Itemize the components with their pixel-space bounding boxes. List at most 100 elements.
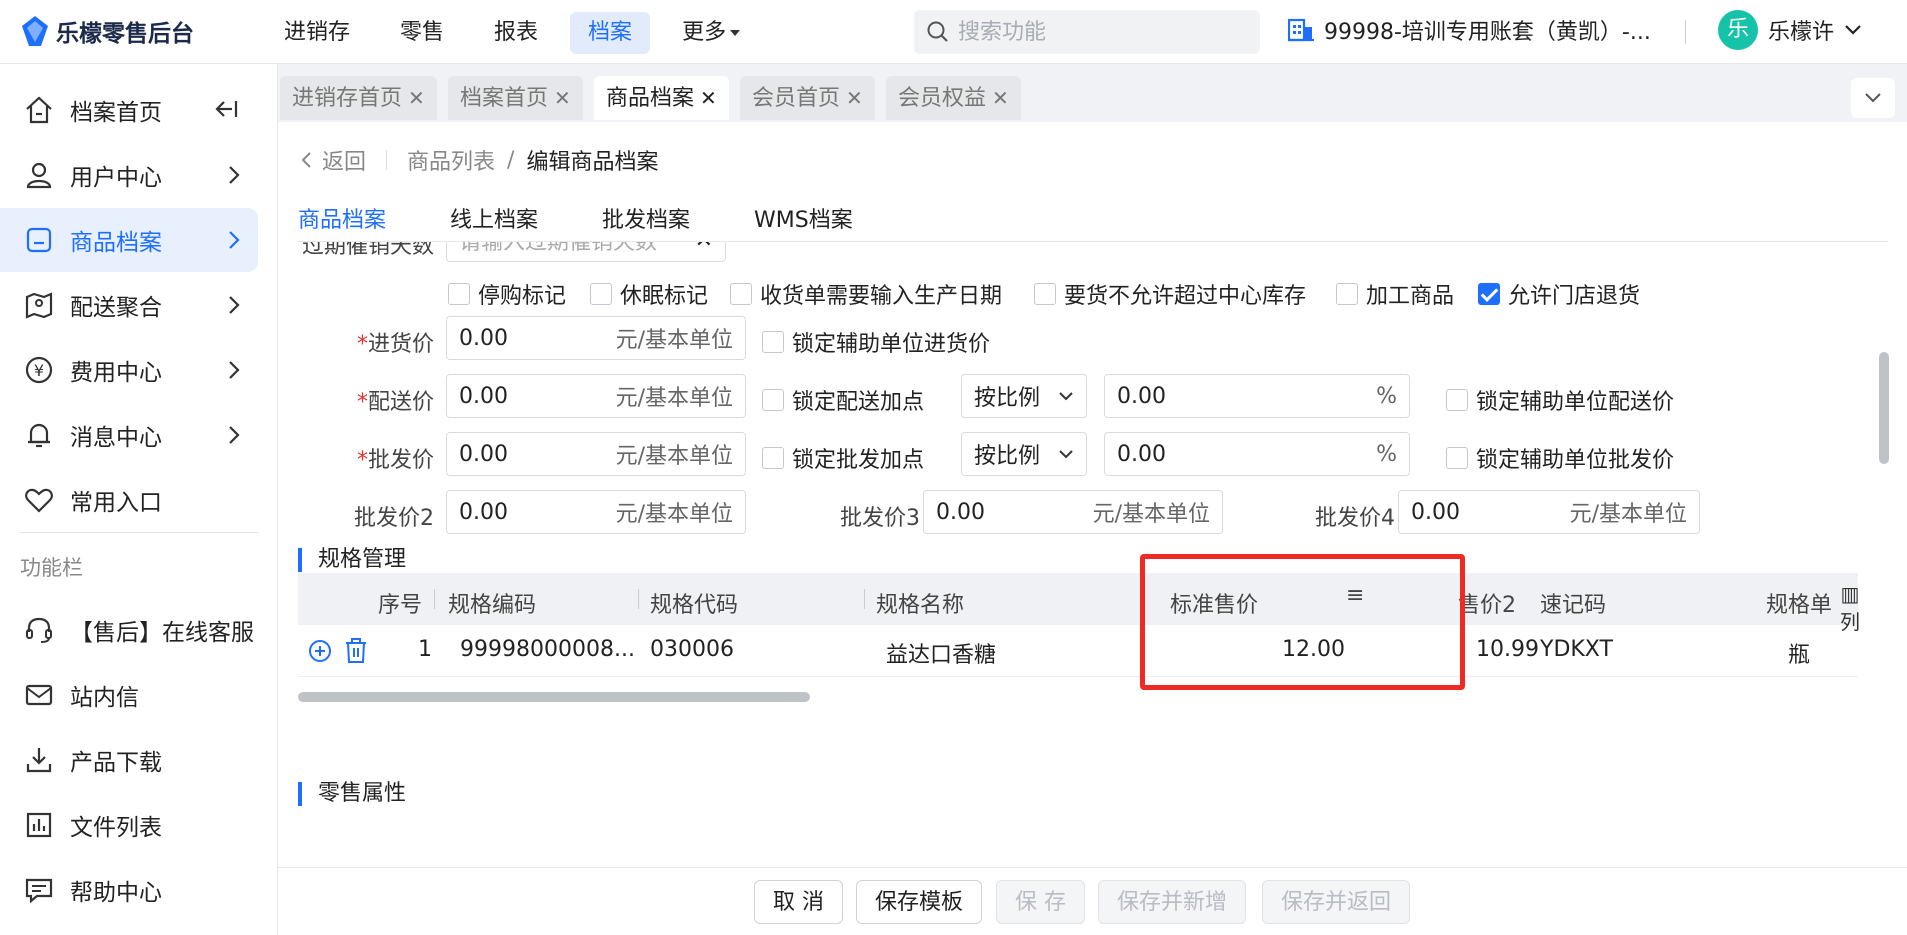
tab-member-home[interactable]: 会员首页 ✕	[740, 76, 875, 120]
required-mark: *	[356, 390, 368, 415]
unit-label: 元/基本单位	[615, 444, 733, 469]
subtab-product-archive[interactable]: 商品档案	[298, 202, 386, 242]
close-icon[interactable]: ✕	[554, 86, 571, 110]
close-icon[interactable]: ✕	[846, 86, 863, 110]
top-nav-reports[interactable]: 报表	[476, 12, 556, 54]
sidebar-item-product-archive[interactable]: 商品档案	[0, 208, 258, 272]
flag-receipt-date[interactable]: 收货单需要输入生产日期	[730, 278, 1002, 310]
tab-member-benefits[interactable]: 会员权益 ✕	[886, 76, 1021, 120]
clear-icon[interactable]: ✕	[695, 242, 713, 253]
save-template-button[interactable]: 保存模板	[856, 880, 983, 924]
sidebar-item-help[interactable]: 帮助中心	[0, 858, 258, 922]
form-scroll-area[interactable]: 过期催销天数 请输入过期催销天数 ✕ 停购标记 休眠标记 收货单需要输入生产日期…	[278, 242, 1878, 867]
collapse-sidebar-icon[interactable]	[214, 98, 240, 120]
sidebar-item-label: 配送聚合	[70, 295, 162, 321]
subtab-online-archive[interactable]: 线上档案	[450, 202, 538, 242]
checkbox-checked[interactable]	[1478, 283, 1500, 305]
sidebar-item-delivery[interactable]: 配送聚合	[0, 273, 258, 337]
checkbox[interactable]	[762, 331, 784, 353]
lock-aux-delivery[interactable]: 锁定辅助单位配送价	[1446, 384, 1674, 416]
account-selector[interactable]: 99998-培训专用账套（黄凯）-...	[1288, 14, 1651, 46]
checkbox[interactable]	[590, 283, 612, 305]
search-input[interactable]	[958, 19, 1238, 45]
tabs-more-button[interactable]	[1851, 78, 1895, 118]
lock-aux-purchase[interactable]: 锁定辅助单位进货价	[762, 326, 990, 358]
close-icon[interactable]: ✕	[408, 86, 425, 110]
column-header-spec-short-code: 规格代码	[650, 593, 739, 618]
trash-icon[interactable]	[344, 638, 368, 664]
close-icon[interactable]: ✕	[992, 86, 1009, 110]
sidebar-item-expense[interactable]: ¥ 费用中心	[0, 338, 258, 402]
checkbox[interactable]	[448, 283, 470, 305]
flag-dormant[interactable]: 休眠标记	[590, 278, 708, 310]
spec-section-title: 规格管理	[298, 548, 406, 572]
tab-product-archive[interactable]: 商品档案 ✕	[594, 76, 729, 120]
column-separator	[864, 589, 865, 609]
spec-table-header: 序号 规格编码 规格代码 规格名称 标准售价 ≡ 售价2 速记码 规格单	[298, 573, 1858, 625]
table-horizontal-scrollbar[interactable]	[298, 692, 810, 702]
wholesale-mode-select[interactable]: 按比例	[961, 432, 1087, 476]
delivery-percent-input[interactable]: 0.00%	[1104, 374, 1410, 418]
tab-inventory-home[interactable]: 进销存首页 ✕	[280, 76, 437, 120]
table-row[interactable]: 1 99998000008... 030006 益达口香糖 12.00 10.9…	[298, 625, 1858, 677]
checkbox[interactable]	[1336, 283, 1358, 305]
top-nav-label: 报表	[494, 20, 539, 45]
checkbox[interactable]	[762, 389, 784, 411]
sidebar-item-messages[interactable]: 消息中心	[0, 403, 258, 467]
cancel-button[interactable]: 取 消	[754, 880, 843, 924]
sidebar-item-user-center[interactable]: 用户中心	[0, 143, 258, 207]
expiry-days-input[interactable]: 请输入过期催销天数 ✕	[446, 242, 726, 262]
flag-stop-purchase[interactable]: 停购标记	[448, 278, 566, 310]
wholesale4-input[interactable]: 0.00 元/基本单位	[1398, 490, 1700, 534]
sidebar-item-favorites[interactable]: 常用入口	[0, 468, 258, 532]
sidebar-item-archive-home[interactable]: 档案首页	[0, 78, 258, 142]
subtab-wholesale-archive[interactable]: 批发档案	[602, 202, 690, 242]
caret-down-icon	[730, 30, 741, 36]
user-menu[interactable]: 乐 乐檬许	[1718, 10, 1862, 50]
delivery-price-input[interactable]: 0.00 元/基本单位	[446, 374, 746, 418]
lock-delivery-markup[interactable]: 锁定配送加点	[762, 384, 924, 416]
wholesale-price-input[interactable]: 0.00 元/基本单位	[446, 432, 746, 476]
delivery-mode-select[interactable]: 按比例	[961, 374, 1087, 418]
save-and-return-button[interactable]: 保存并返回	[1262, 880, 1411, 924]
tab-archive-home[interactable]: 档案首页 ✕	[448, 76, 583, 120]
app-logo[interactable]: 乐檬零售后台	[22, 14, 194, 48]
close-icon[interactable]: ✕	[700, 86, 717, 110]
top-nav-more[interactable]: 更多	[664, 12, 758, 54]
checkbox[interactable]	[1034, 283, 1056, 305]
tab-label: 进销存首页	[292, 86, 403, 111]
top-nav-inventory[interactable]: 进销存	[266, 12, 368, 54]
search-box[interactable]	[914, 10, 1260, 54]
sidebar-item-online-service[interactable]: 【售后】在线客服	[0, 598, 258, 662]
checkbox[interactable]	[762, 447, 784, 469]
flag-no-exceed-stock[interactable]: 要货不允许超过中心库存	[1034, 278, 1306, 310]
flag-processed-goods[interactable]: 加工商品	[1336, 278, 1454, 310]
flag-allow-store-return[interactable]: 允许门店退货	[1478, 278, 1640, 310]
wholesale3-input[interactable]: 0.00 元/基本单位	[923, 490, 1223, 534]
checkbox[interactable]	[1446, 389, 1468, 411]
checkbox[interactable]	[730, 283, 752, 305]
input-value: 0.00	[459, 383, 508, 409]
sidebar-item-inbox[interactable]: 站内信	[0, 663, 258, 727]
top-nav-retail[interactable]: 零售	[382, 12, 462, 54]
checkbox[interactable]	[1446, 447, 1468, 469]
sidebar-item-file-list[interactable]: 文件列表	[0, 793, 258, 857]
save-and-new-button[interactable]: 保存并新增	[1098, 880, 1247, 924]
subtab-wms-archive[interactable]: WMS档案	[754, 202, 853, 242]
column-settings-button[interactable]: ▥ 列	[1833, 582, 1867, 635]
lock-wholesale-markup[interactable]: 锁定批发加点	[762, 442, 924, 474]
purchase-price-input[interactable]: 0.00 元/基本单位	[446, 316, 746, 360]
save-button[interactable]: 保 存	[996, 880, 1085, 924]
sidebar-item-downloads[interactable]: 产品下载	[0, 728, 258, 792]
wholesale-percent-input[interactable]: 0.00%	[1104, 432, 1410, 476]
lock-aux-wholesale[interactable]: 锁定辅助单位批发价	[1446, 442, 1674, 474]
row-price2[interactable]: 10.99	[1476, 637, 1539, 662]
wholesale2-input[interactable]: 0.00 元/基本单位	[446, 490, 746, 534]
back-link[interactable]: 返回	[300, 144, 366, 176]
top-nav-archives[interactable]: 档案	[570, 12, 651, 54]
breadcrumb-parent[interactable]: 商品列表	[407, 144, 495, 176]
add-row-icon[interactable]	[308, 639, 332, 663]
checkbox-label: 允许门店退货	[1508, 284, 1641, 309]
column-header-index: 序号	[378, 593, 423, 618]
page-vertical-scrollbar[interactable]	[1879, 352, 1889, 464]
